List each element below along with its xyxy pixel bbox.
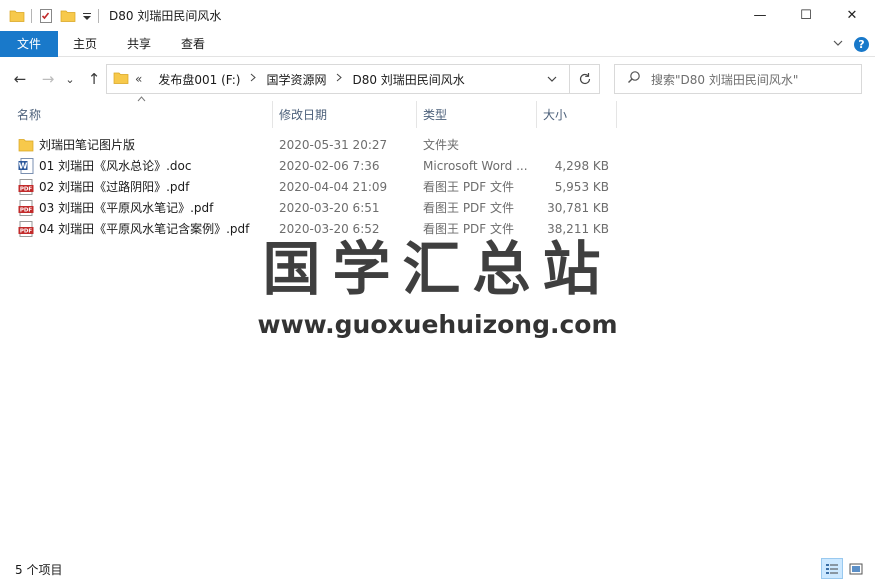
- new-folder-icon[interactable]: [60, 8, 76, 24]
- file-name: 04 刘瑞田《平原风水笔记含案例》.pdf: [39, 222, 250, 236]
- tab-file[interactable]: 文件: [0, 30, 59, 57]
- chevron-down-icon[interactable]: [541, 65, 563, 93]
- close-button[interactable]: ✕: [829, 0, 875, 31]
- list-item[interactable]: W 01 刘瑞田《风水总论》.doc 2020-02-06 7:36 Micro…: [0, 155, 875, 176]
- navigation-bar: ← → ⌄ ↑ « 发布盘001 (F:) 国学资源网 D80 刘瑞田民间风水: [0, 57, 875, 101]
- file-name: 01 刘瑞田《风水总论》.doc: [39, 159, 192, 173]
- sort-ascending-icon: [137, 95, 146, 105]
- divider: [31, 8, 32, 23]
- file-type: 看图王 PDF 文件: [423, 201, 515, 215]
- search-input[interactable]: 搜索"D80 刘瑞田民间风水": [614, 64, 862, 94]
- details-view-button[interactable]: [821, 558, 843, 579]
- column-divider[interactable]: [616, 101, 617, 128]
- tab-share[interactable]: 共享: [112, 31, 166, 57]
- chevron-right-icon[interactable]: [336, 73, 343, 85]
- search-icon: [627, 70, 641, 88]
- svg-text:W: W: [19, 161, 28, 170]
- refresh-button[interactable]: [569, 65, 599, 93]
- expand-ribbon-icon[interactable]: [828, 38, 848, 51]
- forward-button[interactable]: →: [37, 68, 59, 90]
- list-item[interactable]: PDF 03 刘瑞田《平原风水笔记》.pdf 2020-03-20 6:51 看…: [0, 197, 875, 218]
- file-date: 2020-02-06 7:36: [279, 158, 380, 173]
- svg-text:PDF: PDF: [20, 228, 33, 234]
- divider: [98, 8, 99, 23]
- ribbon-tabs: 文件 主页 共享 查看 ?: [0, 30, 875, 57]
- recent-locations-button[interactable]: ⌄: [62, 68, 78, 90]
- file-date: 2020-03-20 6:51: [279, 200, 380, 215]
- maximize-button[interactable]: ☐: [783, 0, 829, 31]
- watermark: 国学汇总站 www.guoxuehuizong.com: [0, 230, 875, 339]
- column-header-name[interactable]: 名称: [11, 101, 272, 128]
- file-list: 刘瑞田笔记图片版 2020-05-31 20:27 文件夹 W 01 刘瑞田《风…: [0, 134, 875, 239]
- back-button[interactable]: ←: [9, 68, 31, 90]
- column-header-type[interactable]: 类型: [417, 101, 536, 128]
- file-date: 2020-04-04 21:09: [279, 179, 388, 194]
- minimize-button[interactable]: —: [737, 0, 783, 31]
- file-size: 4,298 KB: [554, 158, 609, 173]
- breadcrumb-item-resources[interactable]: 国学资源网: [266, 71, 326, 88]
- pdf-icon: PDF: [18, 199, 34, 216]
- up-button[interactable]: ↑: [83, 68, 105, 90]
- breadcrumb-overflow[interactable]: «: [135, 72, 142, 86]
- file-name: 02 刘瑞田《过路阴阳》.pdf: [39, 180, 190, 194]
- help-button[interactable]: ?: [854, 36, 869, 52]
- column-headers: 名称 修改日期 类型 大小: [0, 101, 875, 128]
- column-header-date[interactable]: 修改日期: [273, 101, 416, 128]
- file-date: 2020-05-31 20:27: [279, 137, 388, 152]
- folder-icon: [113, 70, 129, 89]
- pdf-icon: PDF: [18, 178, 34, 195]
- file-type: 文件夹: [423, 138, 460, 152]
- breadcrumb: « 发布盘001 (F:) 国学资源网 D80 刘瑞田民间风水: [135, 71, 465, 88]
- watermark-url: www.guoxuehuizong.com: [257, 310, 618, 339]
- title-bar: D80 刘瑞田民间风水 — ☐ ✕: [0, 0, 875, 31]
- item-count: 5 个项目: [15, 562, 63, 577]
- status-bar: 5 个项目: [0, 557, 875, 581]
- tab-view[interactable]: 查看: [166, 31, 220, 57]
- list-item[interactable]: PDF 04 刘瑞田《平原风水笔记含案例》.pdf 2020-03-20 6:5…: [0, 218, 875, 239]
- window-title: D80 刘瑞田民间风水: [109, 9, 222, 23]
- address-bar[interactable]: « 发布盘001 (F:) 国学资源网 D80 刘瑞田民间风水: [106, 64, 600, 94]
- column-header-size[interactable]: 大小: [537, 101, 616, 128]
- file-name: 03 刘瑞田《平原风水笔记》.pdf: [39, 201, 214, 215]
- chevron-right-icon[interactable]: [250, 73, 257, 85]
- file-date: 2020-03-20 6:52: [279, 221, 380, 236]
- list-item[interactable]: 刘瑞田笔记图片版 2020-05-31 20:27 文件夹: [0, 134, 875, 155]
- svg-text:PDF: PDF: [20, 207, 33, 213]
- tab-home[interactable]: 主页: [58, 31, 112, 57]
- file-size: 30,781 KB: [547, 200, 609, 215]
- large-icons-view-button[interactable]: [845, 558, 867, 579]
- breadcrumb-item-drive[interactable]: 发布盘001 (F:): [158, 71, 240, 88]
- list-item[interactable]: PDF 02 刘瑞田《过路阴阳》.pdf 2020-04-04 21:09 看图…: [0, 176, 875, 197]
- customize-toolbar-icon[interactable]: [82, 8, 92, 24]
- folder-icon[interactable]: [9, 8, 25, 24]
- file-type: Microsoft Word ...: [423, 158, 528, 173]
- svg-text:PDF: PDF: [20, 186, 33, 192]
- search-placeholder: 搜索"D80 刘瑞田民间风水": [651, 72, 799, 87]
- quick-access-toolbar: [0, 0, 105, 31]
- folder-icon: [18, 137, 34, 153]
- file-type: 看图王 PDF 文件: [423, 222, 515, 236]
- file-size: [537, 134, 609, 155]
- file-name: 刘瑞田笔记图片版: [39, 138, 136, 152]
- pdf-icon: PDF: [18, 220, 34, 237]
- file-type: 看图王 PDF 文件: [423, 180, 515, 194]
- word-doc-icon: W: [18, 157, 34, 174]
- properties-icon[interactable]: [38, 8, 54, 24]
- breadcrumb-item-current[interactable]: D80 刘瑞田民间风水: [352, 71, 464, 88]
- watermark-title: 国学汇总站: [262, 235, 613, 303]
- file-size: 5,953 KB: [554, 179, 609, 194]
- file-size: 38,211 KB: [547, 221, 609, 236]
